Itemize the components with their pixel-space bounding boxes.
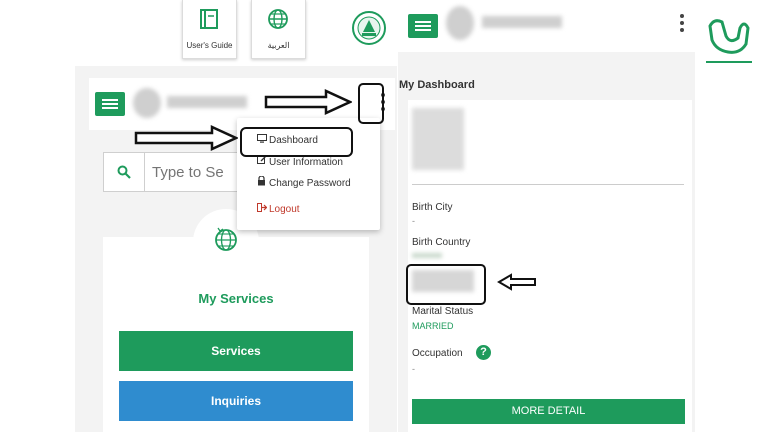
arabic-tile[interactable]: العربية — [251, 0, 306, 59]
help-icon[interactable]: ? — [476, 345, 491, 360]
menu-button[interactable] — [408, 14, 438, 38]
arrow-to-dashboard-icon — [134, 125, 238, 151]
avatar — [133, 88, 161, 118]
profile-photo-blurred — [412, 108, 464, 170]
menu-item-label: User Information — [269, 157, 343, 168]
occupation-value: - — [412, 364, 415, 374]
site-logo-icon — [706, 19, 752, 63]
globe-services-icon — [215, 227, 237, 251]
menu-item-logout[interactable]: Logout — [257, 203, 300, 215]
arabic-label: العربية — [267, 41, 290, 50]
globe-icon — [268, 9, 288, 29]
top-bar: User's Guide العربية — [75, 0, 397, 66]
occupation-label: Occupation — [412, 348, 463, 359]
menu-item-label: Logout — [269, 204, 300, 215]
kebab-highlight-box — [358, 83, 384, 124]
ministry-emblem-icon — [352, 11, 386, 45]
search-icon — [117, 165, 131, 179]
right-screenshot: My Dashboard Birth City - Birth Country … — [398, 0, 695, 432]
search-button[interactable] — [104, 153, 145, 191]
birth-country-label: Birth Country — [412, 237, 471, 248]
page-title: My Dashboard — [399, 79, 475, 91]
user-name-blurred — [167, 96, 247, 108]
divider — [412, 184, 684, 185]
birth-country-value-blurred — [412, 253, 442, 258]
menu-button[interactable] — [95, 92, 125, 116]
arrow-to-kebab-icon — [264, 89, 352, 115]
marital-status-label: Marital Status — [412, 306, 474, 317]
services-card: My Services Services Inquiries — [103, 209, 369, 432]
marital-status-value: MARRIED — [412, 321, 454, 331]
birth-city-label: Birth City — [412, 202, 453, 213]
dashboard-highlight-box — [240, 127, 353, 157]
book-icon — [200, 9, 218, 29]
avatar — [446, 6, 474, 40]
inquiries-button[interactable]: Inquiries — [119, 381, 353, 421]
arrow-to-field-icon — [497, 273, 536, 291]
users-guide-tile[interactable]: User's Guide — [182, 0, 237, 59]
users-guide-label: User's Guide — [186, 41, 233, 50]
redacted-highlight-box — [406, 264, 486, 305]
user-name-blurred — [482, 16, 562, 28]
logout-icon — [257, 203, 269, 214]
dashboard-header — [398, 0, 695, 52]
menu-item-label: Change Password — [269, 178, 351, 189]
more-detail-button[interactable]: MORE DETAIL — [412, 399, 685, 424]
lock-icon — [257, 175, 269, 188]
my-services-title: My Services — [198, 291, 274, 306]
more-options-button[interactable] — [672, 10, 692, 40]
menu-item-change-password[interactable]: Change Password — [257, 175, 351, 189]
birth-city-value: - — [412, 216, 415, 226]
services-button[interactable]: Services — [119, 331, 353, 371]
